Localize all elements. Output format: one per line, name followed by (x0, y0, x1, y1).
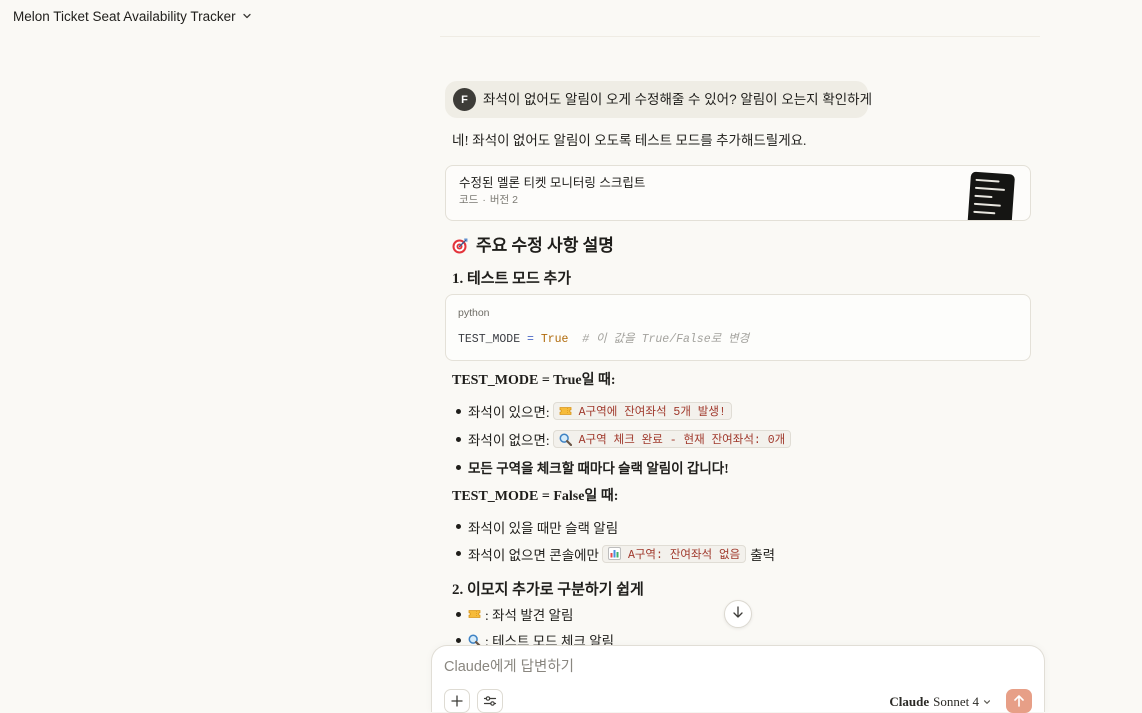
false-mode-label: TEST_MODE = False일 때: (452, 489, 619, 504)
model-name: Sonnet 4 (933, 694, 979, 709)
message-composer: Claude Sonnet 4 (431, 645, 1045, 713)
code-token-constant: True (540, 333, 569, 346)
code-block: python TEST_MODE = True # 이 값을 True/Fals… (445, 294, 1031, 361)
ticket-icon (559, 406, 572, 416)
assistant-intro: 네! 좌석이 없어도 알림이 오도록 테스트 모드를 추가해드릴게요. (452, 133, 807, 148)
artifact-version: 버전 2 (489, 194, 518, 206)
section-2-heading: 2. 이모지 추가로 구분하기 쉽게 (452, 582, 644, 598)
summary-heading-text: 주요 수정 사항 설명 (476, 236, 614, 255)
false-mode-list: 좌석이 있을 때만 슬랙 알림 좌석이 없으면 콘솔에만 A구역: 잔여좌석 없… (445, 513, 1032, 567)
message-input[interactable] (444, 656, 1029, 678)
list-item: 좌석이 없으면 콘솔에만 A구역: 잔여좌석 없음 출력 (445, 540, 1032, 567)
inline-code: A구역 체크 완료 - 현재 잔여좌석: 0개 (552, 430, 792, 448)
list-item-text: 모든 구역을 체크할 때마다 슬랙 알림이 갑니다! (468, 461, 729, 476)
user-message: F 좌석이 없어도 알림이 오게 수정해줄 수 있어? 알림이 오는지 확인하게 (445, 81, 872, 118)
summary-heading: 주요 수정 사항 설명 (452, 233, 614, 259)
chevron-down-icon (242, 11, 252, 21)
list-item-text: 좌석이 있을 때만 슬랙 알림 (468, 520, 619, 536)
artifact-kind: 코드 (459, 194, 479, 206)
magnifier-icon (559, 433, 572, 446)
add-attachment-button[interactable] (444, 689, 470, 713)
artifact-meta: 코드 · 버전 2 (459, 193, 518, 208)
list-item: 좌석이 없으면: A구역 체크 완료 - 현재 잔여좌석: 0개 (445, 425, 1032, 453)
list-item: 모든 구역을 체크할 때마다 슬랙 알림이 갑니다! (445, 453, 1032, 481)
artifact-card[interactable]: 수정된 멜론 티켓 모니터링 스크립트 코드 · 버전 2 (445, 165, 1031, 221)
inline-code-text: A구역에 잔여좌석 5개 발생! (578, 406, 726, 419)
model-brand: Claude (889, 694, 930, 709)
code-line: TEST_MODE = True # 이 값을 True/False로 변경 (458, 331, 749, 349)
user-message-text: 좌석이 없어도 알림이 오게 수정해줄 수 있어? 알림이 오는지 확인하게 (483, 92, 873, 107)
code-token-operator: = (520, 333, 541, 346)
code-token-name: TEST_MODE (458, 333, 521, 346)
true-mode-list: 좌석이 있으면: A구역에 잔여좌석 5개 발생! 좌석이 없으면: A구역 체… (445, 397, 1032, 481)
true-mode-label: TEST_MODE = True일 때: (452, 373, 616, 388)
inline-code-text: A구역: 잔여좌석 없음 (627, 548, 741, 562)
list-item-text: 좌석이 있으면: (468, 405, 550, 420)
code-language: python (458, 307, 490, 319)
sliders-icon (483, 694, 497, 708)
ticket-icon (468, 609, 481, 619)
list-item: 좌석이 있으면: A구역에 잔여좌석 5개 발생! (445, 397, 1032, 425)
inline-code: A구역: 잔여좌석 없음 (601, 544, 747, 563)
artifact-thumbnail (966, 171, 1016, 220)
inline-code: A구역에 잔여좌석 5개 발생! (552, 402, 732, 420)
chevron-down-icon (983, 691, 991, 713)
avatar[interactable]: F (453, 88, 476, 111)
tools-button[interactable] (477, 689, 503, 713)
code-token-comment: # 이 값을 True/False로 변경 (568, 333, 750, 346)
list-item: 좌석이 있을 때만 슬랙 알림 (445, 513, 1032, 540)
send-button[interactable] (1006, 689, 1032, 713)
list-item-text: 좌석이 없으면 콘솔에만 (468, 547, 599, 563)
target-icon (452, 238, 468, 254)
chat-title: Melon Ticket Seat Availability Tracker (13, 8, 236, 24)
scroll-to-bottom-button[interactable] (724, 600, 752, 628)
model-selector[interactable]: Claude Sonnet 4 (889, 691, 991, 713)
inline-code-text: A구역 체크 완료 - 현재 잔여좌석: 0개 (578, 434, 786, 447)
bar-chart-icon (607, 547, 621, 560)
artifact-title: 수정된 멜론 티켓 모니터링 스크립트 (459, 176, 646, 190)
arrow-up-icon (1012, 694, 1026, 708)
list-item-suffix: 출력 (750, 547, 776, 563)
chat-title-menu[interactable]: Melon Ticket Seat Availability Tracker (13, 6, 252, 26)
avatar-initial: F (461, 93, 468, 106)
list-item-text: 좌석이 없으면: (468, 433, 550, 448)
arrow-down-icon (731, 605, 745, 624)
list-item-text: : 좌석 발견 알림 (485, 608, 574, 623)
plus-icon (451, 695, 463, 707)
section-1-heading: 1. 테스트 모드 추가 (452, 271, 572, 287)
artifact-separator: · (482, 194, 486, 206)
